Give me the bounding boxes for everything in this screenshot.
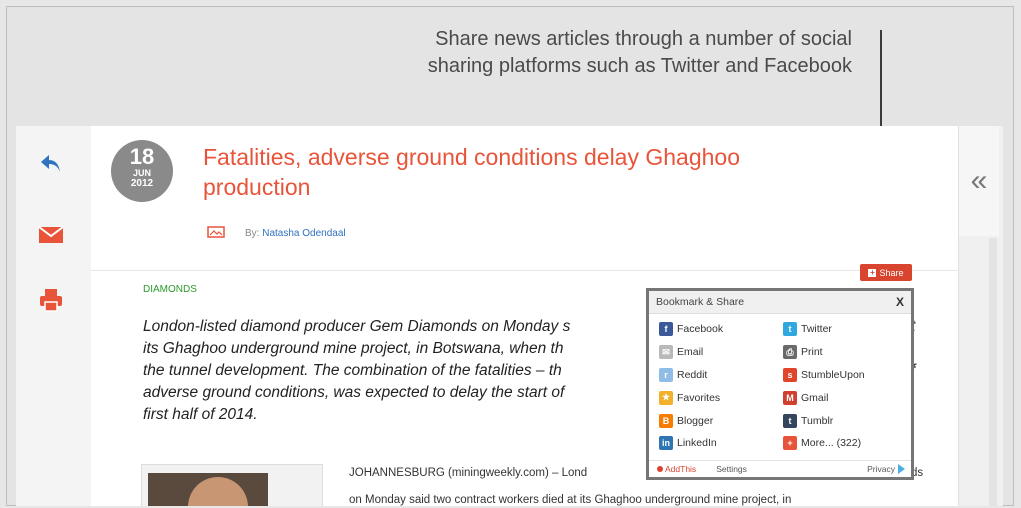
header-divider: [91, 270, 958, 271]
share-service-email[interactable]: ✉ Email: [659, 341, 783, 364]
share-service-label: Gmail: [801, 391, 829, 404]
reply-icon[interactable]: [36, 148, 66, 178]
email-icon: ✉: [659, 345, 673, 360]
share-button-label: Share: [879, 267, 904, 278]
share-service-favorites[interactable]: ★ Favorites: [659, 386, 783, 409]
close-icon[interactable]: X: [896, 295, 904, 309]
body-line: on Monday said two contract workers died…: [349, 494, 792, 506]
more-icon: +: [783, 436, 797, 451]
share-service-label: Twitter: [801, 323, 832, 336]
author-link[interactable]: Natasha Odendaal: [262, 228, 345, 239]
callout-line-2: sharing platforms such as Twitter and Fa…: [427, 55, 852, 77]
image-gallery-icon[interactable]: [207, 226, 225, 241]
email-icon[interactable]: [36, 220, 66, 250]
tumblr-icon: t: [783, 413, 797, 428]
share-service-label: Email: [677, 346, 704, 359]
share-service-print[interactable]: ⎙ Print: [783, 341, 907, 364]
article-action-sidebar: [16, 126, 91, 506]
privacy-arrow-icon: [898, 464, 905, 474]
article-title: Fatalities, adverse ground conditions de…: [203, 144, 741, 200]
callout-line-1: Share news articles through a number of …: [435, 28, 852, 50]
share-service-more[interactable]: + More... (322): [783, 432, 907, 455]
gmail-icon: M: [783, 390, 797, 405]
article-photo[interactable]: [141, 464, 323, 506]
twitter-icon: t: [783, 322, 797, 337]
popup-header: Bookmark & Share X: [649, 291, 911, 314]
category-tag[interactable]: DIAMONDS: [143, 284, 197, 295]
share-service-label: StumbleUpon: [801, 368, 865, 381]
right-sidebar: «: [958, 126, 1003, 506]
privacy-link[interactable]: Privacy: [867, 464, 905, 474]
share-service-label: Print: [801, 346, 823, 359]
collapse-sidebar-button[interactable]: «: [959, 126, 999, 236]
share-service-tumblr[interactable]: t Tumblr: [783, 409, 907, 432]
share-service-twitter[interactable]: t Twitter: [783, 318, 907, 341]
share-service-label: LinkedIn: [677, 437, 717, 450]
facebook-icon: f: [659, 322, 673, 337]
lead-line: first half of 2014.: [143, 406, 258, 423]
date-badge: 18 JUN 2012: [111, 140, 173, 202]
share-service-label: Reddit: [677, 368, 708, 381]
share-service-label: More... (322): [801, 437, 862, 450]
date-month: JUN: [132, 168, 151, 178]
share-service-facebook[interactable]: f Facebook: [659, 318, 783, 341]
share-service-linkedin[interactable]: in LinkedIn: [659, 432, 783, 455]
date-year: 2012: [130, 178, 154, 189]
share-callout-annotation: Share news articles through a number of …: [300, 26, 852, 80]
popup-title: Bookmark & Share: [656, 296, 745, 308]
byline: By: Natasha Odendaal: [207, 226, 346, 241]
lead-line: adverse ground conditions, was expected …: [143, 384, 565, 401]
print-icon: ⎙: [783, 345, 797, 360]
scrollbar[interactable]: [989, 238, 997, 506]
favorites-icon: ★: [659, 390, 673, 405]
share-service-label: Facebook: [677, 323, 724, 336]
share-button[interactable]: + Share: [860, 264, 912, 281]
linkedin-icon: in: [659, 436, 673, 451]
date-day: 18: [129, 144, 155, 169]
addthis-link[interactable]: AddThis: [657, 464, 696, 474]
lead-line: its Ghaghoo underground mine project, in…: [143, 340, 564, 357]
share-service-stumbleupon[interactable]: s StumbleUpon: [783, 364, 907, 387]
print-icon[interactable]: [36, 285, 66, 315]
person-portrait: [188, 477, 248, 506]
share-services-list: f Facebook t Twitter ✉ Email ⎙ Print r Reddit s Stu…: [649, 314, 911, 455]
settings-link[interactable]: Settings: [716, 464, 747, 474]
article-lead: London-listed diamond producer Gem Diamo…: [143, 316, 663, 426]
lead-line: the tunnel development. The combination …: [143, 362, 562, 379]
share-plus-icon: +: [868, 267, 877, 277]
stumbleupon-icon: s: [783, 367, 797, 382]
popup-footer: AddThis Settings Privacy: [649, 460, 911, 477]
share-service-label: Tumblr: [801, 414, 834, 427]
photo-image: [148, 473, 268, 506]
share-service-label: Favorites: [677, 391, 721, 404]
bookmark-share-popup: Bookmark & Share X f Facebook t Twitter ✉ Ema…: [646, 288, 914, 480]
share-service-gmail[interactable]: M Gmail: [783, 386, 907, 409]
reddit-icon: r: [659, 367, 673, 382]
share-service-blogger[interactable]: B Blogger: [659, 409, 783, 432]
by-label: By:: [245, 228, 260, 239]
addthis-icon: [657, 466, 663, 472]
share-service-reddit[interactable]: r Reddit: [659, 364, 783, 387]
lead-line: London-listed diamond producer Gem Diamo…: [143, 318, 571, 335]
blogger-icon: B: [659, 413, 673, 428]
share-service-label: Blogger: [677, 414, 714, 427]
